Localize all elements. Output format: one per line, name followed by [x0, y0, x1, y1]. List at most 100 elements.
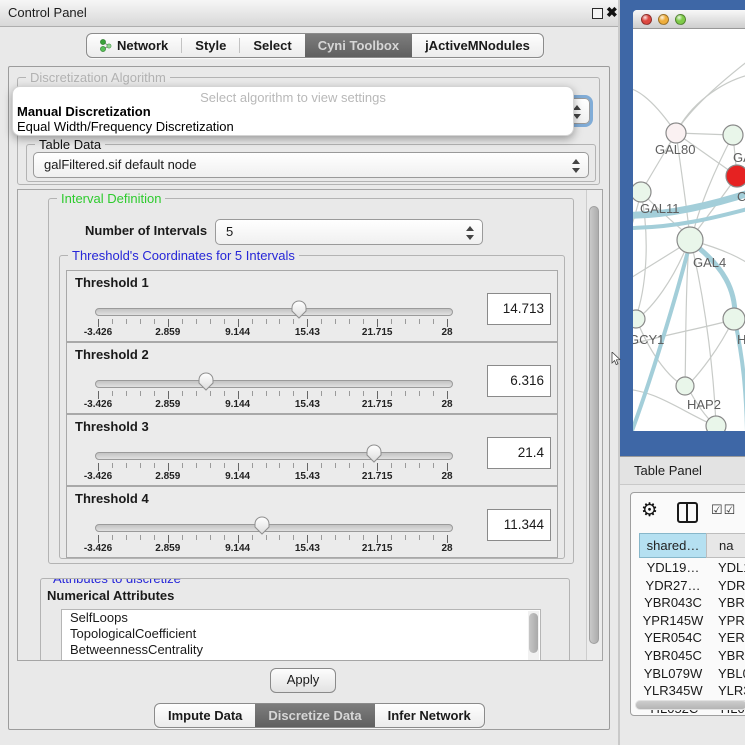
apply-button[interactable]: Apply	[270, 668, 336, 693]
tick-mark	[112, 535, 113, 540]
tick-label: 28	[441, 543, 452, 554]
tick-label: 15.43	[295, 543, 320, 554]
network-node[interactable]	[723, 308, 745, 330]
network-graph[interactable]: GAL80GACGAL11GAL4GCY1HHAP2	[633, 29, 745, 431]
table-row[interactable]: YDL19…YDL1	[631, 559, 745, 577]
threshold-box-4: Threshold 4-3.4262.8599.14415.4321.71528…	[66, 486, 558, 558]
table-row[interactable]: YDR27…YDR2	[631, 577, 745, 595]
float-window-icon[interactable]	[592, 8, 603, 19]
minimize-traffic-light-icon[interactable]	[658, 14, 669, 25]
tick-mark	[419, 535, 420, 540]
list-item[interactable]: BetweennessCentrality	[62, 642, 540, 658]
table-row[interactable]: YLR345WYLR3	[631, 682, 745, 700]
list-scrollbar[interactable]	[528, 611, 539, 661]
tick-mark	[140, 535, 141, 540]
network-node[interactable]	[723, 125, 743, 145]
tab-cyni-toolbox[interactable]: Cyni Toolbox	[305, 34, 412, 57]
tab-network[interactable]: Network	[87, 34, 181, 57]
threshold-slider-thumb[interactable]	[366, 444, 382, 463]
tick-mark	[335, 535, 336, 540]
threshold-slider-thumb[interactable]	[198, 372, 214, 391]
list-item[interactable]: TopologicalCoefficient	[62, 626, 540, 642]
tab-select[interactable]: Select	[240, 34, 304, 57]
tick-mark	[98, 463, 99, 471]
tick-mark	[419, 319, 420, 324]
table-row[interactable]: YPR145WYPR1	[631, 612, 745, 630]
tick-mark	[419, 391, 420, 396]
num-intervals-value: 5	[226, 224, 233, 239]
table-row[interactable]: YBR043CYBR0	[631, 594, 745, 612]
tick-mark	[447, 319, 448, 327]
table-row[interactable]: YBR045CYBR0	[631, 647, 745, 665]
network-edge[interactable]	[676, 74, 745, 133]
tab-label: jActiveMNodules	[425, 38, 530, 53]
gear-icon[interactable]: ⚙	[641, 499, 658, 523]
tab-impute-data[interactable]: Impute Data	[155, 704, 255, 727]
network-node[interactable]	[633, 310, 645, 328]
cell-name: YDL1	[718, 559, 745, 577]
tab-label: Style	[195, 38, 226, 53]
tick-mark	[154, 319, 155, 324]
checkboxes-icon[interactable]: ☑☑	[711, 502, 736, 518]
tab-discretize-data[interactable]: Discretize Data	[255, 704, 374, 727]
threshold-value-field[interactable]: 14.713	[487, 293, 551, 325]
zoom-traffic-light-icon[interactable]	[675, 14, 686, 25]
tick-mark	[266, 463, 267, 468]
tab-jactivemnodules[interactable]: jActiveMNodules	[412, 34, 543, 57]
tick-mark	[293, 391, 294, 396]
network-node[interactable]	[676, 377, 694, 395]
dropdown-option-manual-discretization[interactable]: Manual Discretization	[17, 104, 151, 119]
network-node[interactable]	[706, 416, 726, 431]
table-row[interactable]: YER054CYER0	[631, 629, 745, 647]
threshold-value-field[interactable]: 21.4	[487, 437, 551, 469]
pane-scrollbar-thumb[interactable]	[589, 206, 599, 644]
network-canvas[interactable]: GAL80GACGAL11GAL4GCY1HHAP2	[633, 29, 745, 431]
table-hscrollbar-thumb[interactable]	[636, 701, 745, 709]
tick-label: 9.144	[225, 543, 250, 554]
tick-mark	[210, 535, 211, 540]
tab-infer-network[interactable]: Infer Network	[375, 704, 484, 727]
tick-mark	[363, 463, 364, 468]
threshold-value-field[interactable]: 11.344	[487, 509, 551, 541]
network-window-titlebar	[633, 10, 745, 29]
network-node[interactable]	[633, 182, 651, 202]
tick-mark	[238, 463, 239, 471]
tick-mark	[210, 391, 211, 396]
column-header-shared-name[interactable]: shared…	[639, 533, 707, 558]
tick-mark	[154, 463, 155, 468]
threshold-value-field[interactable]: 6.316	[487, 365, 551, 397]
list-scrollbar-thumb[interactable]	[529, 613, 538, 653]
columns-icon[interactable]	[677, 502, 698, 523]
tick-label: -3.426	[84, 543, 112, 554]
network-node-label: C	[737, 189, 745, 204]
tab-style[interactable]: Style	[182, 34, 239, 57]
table-row[interactable]: YBL079WYBL0	[631, 665, 745, 683]
tick-mark	[307, 463, 308, 471]
network-node[interactable]	[666, 123, 686, 143]
threshold-slider-thumb[interactable]	[254, 516, 270, 535]
threshold-slider-thumb[interactable]	[291, 300, 307, 319]
pane-scrollbar[interactable]	[586, 190, 602, 660]
close-traffic-light-icon[interactable]	[641, 14, 652, 25]
cell-name: YER0	[718, 629, 745, 647]
tick-label: 2.859	[155, 543, 180, 554]
tick-mark	[252, 535, 253, 540]
numerical-attributes-list[interactable]: SelfLoopsTopologicalCoefficientBetweenne…	[61, 609, 541, 661]
tick-label: 28	[441, 471, 452, 482]
num-intervals-combobox[interactable]: 5	[215, 219, 483, 245]
dropdown-option-equal-width-frequency[interactable]: Equal Width/Frequency Discretization	[17, 119, 234, 134]
tick-mark	[182, 319, 183, 324]
tab-label: Cyni Toolbox	[318, 38, 399, 53]
table-data-combobox[interactable]: galFiltered.sif default node	[33, 152, 589, 178]
tick-mark	[377, 535, 378, 543]
control-panel-header: Control Panel ✖	[0, 0, 618, 27]
network-edge[interactable]	[637, 321, 684, 386]
close-icon[interactable]: ✖	[606, 4, 618, 21]
cell-shared-name: YPR145W	[639, 612, 707, 630]
network-node[interactable]	[726, 165, 745, 187]
list-item[interactable]: SelfLoops	[62, 610, 540, 626]
network-node-label: GAL4	[693, 255, 726, 270]
table-hscrollbar[interactable]	[635, 700, 745, 710]
network-node[interactable]	[677, 227, 703, 253]
column-header-name[interactable]: na	[706, 533, 745, 558]
